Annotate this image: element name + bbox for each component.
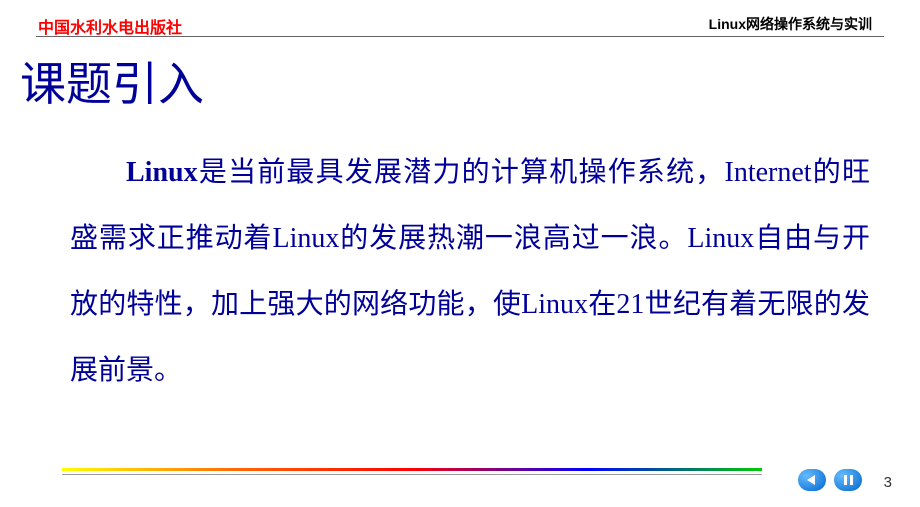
book-title: Linux网络操作系统与实训	[709, 14, 872, 34]
slide-title: 课题引入	[20, 48, 204, 114]
footer-gradient-line	[62, 468, 762, 471]
header-divider	[36, 36, 884, 37]
page-number: 3	[884, 474, 892, 491]
pause-button[interactable]	[834, 469, 862, 491]
nav-buttons-group	[798, 469, 862, 491]
slide-body: Linux是当前最具发展潜力的计算机操作系统，Internet的旺盛需求正推动着…	[70, 140, 870, 404]
body-emphasis: Linux	[126, 157, 198, 188]
prev-button[interactable]	[798, 469, 826, 491]
footer-divider	[62, 474, 762, 475]
publisher-label: 中国水利水电出版社	[38, 14, 182, 38]
body-text-main: 是当前最具发展潜力的计算机操作系统，Internet的旺盛需求正推动着Linux…	[70, 157, 870, 386]
